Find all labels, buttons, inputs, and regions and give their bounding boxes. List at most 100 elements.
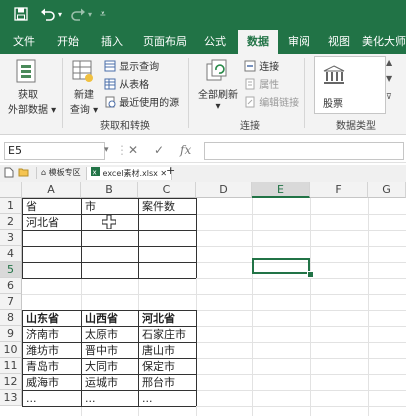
- cell-c8[interactable]: 河北省: [139, 311, 196, 327]
- tab-data[interactable]: 数据: [238, 30, 278, 54]
- name-box[interactable]: E5: [4, 142, 105, 160]
- cell-b12[interactable]: 运城市: [82, 375, 138, 391]
- cell-a9[interactable]: 济南市: [23, 327, 81, 343]
- connections-button[interactable]: 连接: [244, 58, 279, 75]
- cell-a8[interactable]: 山东省: [23, 311, 81, 327]
- new-file-icon[interactable]: [4, 167, 14, 182]
- redo-icon[interactable]: [70, 7, 86, 26]
- properties-label: 属性: [259, 80, 280, 91]
- database-icon: [14, 58, 40, 87]
- cell-a10[interactable]: 潍坊市: [23, 343, 81, 359]
- cell-c1[interactable]: 案件数: [139, 199, 196, 215]
- get-external-data-label-1: 获取: [18, 90, 38, 101]
- cell-a2[interactable]: 河北省: [23, 215, 81, 231]
- row-header-12[interactable]: 12: [0, 374, 22, 390]
- gridline: [22, 294, 406, 295]
- enter-icon[interactable]: ✓: [154, 142, 164, 158]
- cell-c11[interactable]: 保定市: [139, 359, 196, 375]
- tab-formulas[interactable]: 公式: [198, 30, 232, 54]
- template-zone-tab[interactable]: ⌂ 模板专区: [36, 167, 85, 179]
- ribbon-separator: [188, 58, 189, 128]
- save-icon[interactable]: [14, 7, 28, 26]
- row-header-2[interactable]: 2: [0, 214, 22, 230]
- fill-handle[interactable]: [307, 271, 314, 278]
- column-header-c[interactable]: C: [138, 182, 196, 198]
- row-header-8[interactable]: 8: [0, 310, 22, 326]
- select-all-corner[interactable]: [0, 182, 22, 198]
- row-header-10[interactable]: 10: [0, 342, 22, 358]
- connections-label: 连接: [259, 62, 280, 73]
- tab-beautify[interactable]: 美化大师: [362, 30, 406, 54]
- cell-b13[interactable]: ...: [82, 391, 138, 407]
- show-queries-button[interactable]: 显示查询: [104, 58, 159, 75]
- tab-insert[interactable]: 插入: [94, 30, 130, 54]
- tab-page-layout[interactable]: 页面布局: [138, 30, 192, 54]
- cell-cursor-icon: [102, 215, 122, 231]
- row-header-1[interactable]: 1: [0, 198, 22, 214]
- properties-button[interactable]: 属性: [244, 76, 279, 93]
- tab-file[interactable]: 文件: [6, 30, 42, 54]
- get-external-data-button[interactable]: 获取 外部数据 ▾: [8, 86, 56, 116]
- edit-links-button[interactable]: 编辑链接: [244, 94, 299, 111]
- ribbon-separator: [304, 58, 305, 128]
- customize-qat-icon[interactable]: ⩡: [100, 7, 106, 23]
- table-border: [196, 198, 197, 278]
- formula-input[interactable]: [204, 142, 404, 160]
- cell-a11[interactable]: 青岛市: [23, 359, 81, 375]
- cell-b8[interactable]: 山西省: [82, 311, 138, 327]
- redo-dropdown-icon[interactable]: ▾: [88, 7, 92, 23]
- active-cell-e5[interactable]: [252, 258, 310, 274]
- cell-c12[interactable]: 邢台市: [139, 375, 196, 391]
- cell-b11[interactable]: 大同市: [82, 359, 138, 375]
- cell-b1[interactable]: 市: [82, 199, 138, 215]
- column-header-g[interactable]: G: [368, 182, 406, 198]
- add-tab-icon[interactable]: +: [166, 165, 175, 177]
- workbook-tab[interactable]: x excel素材.xlsx ✕: [86, 167, 173, 180]
- column-header-a[interactable]: A: [22, 182, 81, 198]
- column-header-e[interactable]: E: [252, 182, 310, 198]
- refresh-all-label-2: ▾: [215, 101, 221, 112]
- row-header-5[interactable]: 5: [0, 262, 22, 278]
- row-header-6[interactable]: 6: [0, 278, 22, 294]
- row-header-11[interactable]: 11: [0, 358, 22, 374]
- title-bar: ▾ ▾ ⩡: [0, 0, 406, 30]
- cancel-icon[interactable]: ✕: [128, 142, 138, 158]
- column-header-b[interactable]: B: [81, 182, 138, 198]
- cell-a1[interactable]: 省: [23, 199, 81, 215]
- name-box-dropdown-icon[interactable]: ▾: [104, 142, 109, 158]
- gallery-down-icon[interactable]: ▼: [386, 74, 392, 83]
- undo-dropdown-icon[interactable]: ▾: [58, 7, 62, 23]
- cell-a12[interactable]: 威海市: [23, 375, 81, 391]
- row-header-7[interactable]: 7: [0, 294, 22, 310]
- tab-view[interactable]: 视图: [322, 30, 356, 54]
- column-header-f[interactable]: F: [310, 182, 368, 198]
- cell-c13[interactable]: ...: [139, 391, 196, 407]
- cell-a13[interactable]: ...: [23, 391, 81, 407]
- refresh-all-label-1: 全部刷新: [198, 90, 238, 101]
- data-types-gallery[interactable]: 股票: [314, 56, 386, 114]
- connections-icon: [244, 60, 256, 75]
- row-header-9[interactable]: 9: [0, 326, 22, 342]
- gallery-more-icon[interactable]: ⊽: [386, 92, 392, 101]
- row-header-3[interactable]: 3: [0, 230, 22, 246]
- gallery-up-icon[interactable]: ▲: [386, 58, 392, 67]
- folder-icon[interactable]: [18, 167, 29, 181]
- insert-function-icon[interactable]: fx: [180, 142, 191, 158]
- undo-icon[interactable]: [40, 7, 56, 26]
- cell-c10[interactable]: 唐山市: [139, 343, 196, 359]
- column-header-d[interactable]: D: [196, 182, 252, 198]
- cell-b10[interactable]: 晋中市: [82, 343, 138, 359]
- table-border: [22, 278, 196, 279]
- refresh-all-button[interactable]: 全部刷新 ▾: [196, 86, 240, 112]
- formula-bar: E5 ▾ ⋮ ✕ ✓ fx: [0, 140, 406, 163]
- recent-sources-button[interactable]: 最近使用的源: [104, 94, 179, 111]
- cell-b9[interactable]: 太原市: [82, 327, 138, 343]
- from-table-button[interactable]: 从表格: [104, 76, 149, 93]
- tab-review[interactable]: 审阅: [282, 30, 316, 54]
- new-query-button[interactable]: 新建 查询 ▾: [68, 86, 100, 116]
- cell-c9[interactable]: 石家庄市: [139, 327, 196, 343]
- tab-home[interactable]: 开始: [50, 30, 86, 54]
- worksheet-grid[interactable]: A B C D E F G 1 2 3 4 5 6 7 8 9 10 11 12…: [0, 182, 406, 416]
- row-header-13[interactable]: 13: [0, 390, 22, 406]
- row-header-4[interactable]: 4: [0, 246, 22, 262]
